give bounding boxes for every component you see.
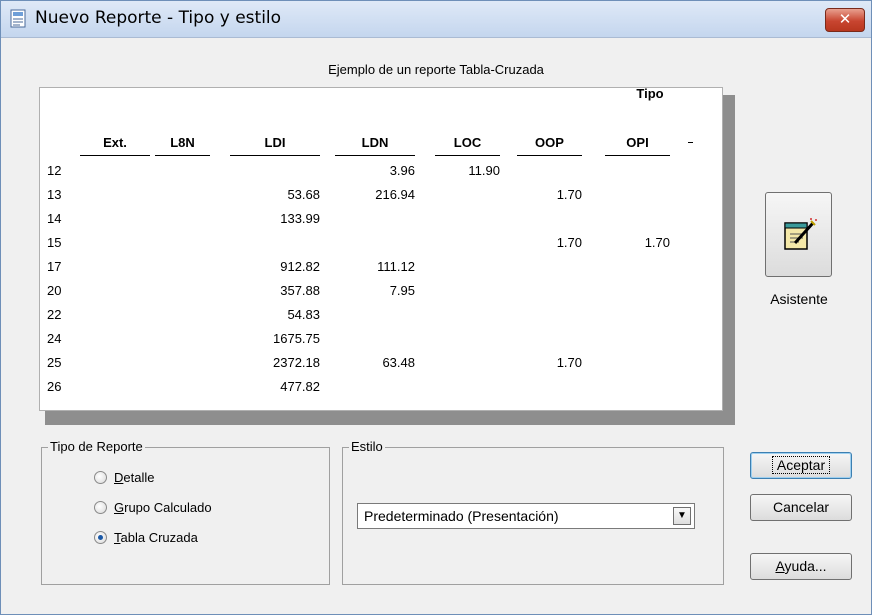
- header-underline: [517, 155, 582, 156]
- cancel-button[interactable]: Cancelar: [750, 494, 852, 521]
- report-type-group: Tipo de Reporte Detalle Grupo Calculado …: [41, 439, 330, 585]
- column-header: L8N: [170, 135, 195, 150]
- table-row: 26 477.82: [40, 378, 720, 398]
- table-cell: 357.88: [280, 283, 320, 298]
- column-header: OPI: [626, 135, 649, 150]
- style-select[interactable]: Predeterminado (Presentación) ▼: [357, 503, 695, 529]
- table-cell: 1.70: [556, 235, 582, 250]
- table-cell: 133.99: [280, 211, 320, 226]
- header-underline: [435, 155, 500, 156]
- radio-circle[interactable]: [94, 501, 107, 514]
- table-cell: 477.82: [280, 379, 320, 394]
- column-header: LOC: [453, 135, 482, 150]
- row-label: 14: [47, 211, 62, 226]
- table-row: 14 133.99: [40, 210, 720, 230]
- table-cell: 53.68: [287, 187, 320, 202]
- wizard-button[interactable]: [765, 192, 832, 277]
- header-underline: [335, 155, 415, 156]
- table-cell: 7.95: [389, 283, 415, 298]
- column-header: LDI: [264, 135, 286, 150]
- radio-label: Grupo Calculado: [114, 500, 212, 515]
- stray-dash-mark: [688, 142, 693, 143]
- window-title: Nuevo Reporte - Tipo y estilo: [35, 8, 282, 28]
- header-underline: [155, 155, 210, 156]
- table-cell: 54.83: [287, 307, 320, 322]
- table-cell: 1675.75: [273, 331, 320, 346]
- radio-circle[interactable]: [94, 471, 107, 484]
- header-underline: [80, 155, 150, 156]
- table-row: 13 53.68 216.94 1.70: [40, 186, 720, 206]
- column-header: Ext.: [103, 135, 127, 150]
- close-button[interactable]: ✕: [825, 8, 865, 32]
- row-label: 20: [47, 283, 62, 298]
- row-label: 26: [47, 379, 62, 394]
- column-header: LDN: [361, 135, 389, 150]
- row-label: 22: [47, 307, 62, 322]
- row-label: 25: [47, 355, 62, 370]
- table-cell: 912.82: [280, 259, 320, 274]
- table-cell: 3.96: [389, 163, 415, 178]
- table-cell: 2372.18: [273, 355, 320, 370]
- row-label: 17: [47, 259, 62, 274]
- title-bar[interactable]: Nuevo Reporte - Tipo y estilo ✕: [1, 1, 871, 38]
- accept-button[interactable]: Aceptar: [750, 452, 852, 479]
- chevron-down-icon[interactable]: ▼: [673, 507, 691, 525]
- header-underline: [230, 155, 320, 156]
- dialog-window: Nuevo Reporte - Tipo y estilo ✕ Ejemplo …: [0, 0, 872, 615]
- table-cell: 111.12: [377, 259, 415, 274]
- close-icon: ✕: [838, 10, 852, 28]
- wizard-icon: [784, 218, 817, 250]
- table-row: 17 912.82 111.12: [40, 258, 720, 278]
- table-row: 20 357.88 7.95: [40, 282, 720, 302]
- row-label: 24: [47, 331, 62, 346]
- style-legend: Estilo: [349, 439, 385, 454]
- table-cell: 216.94: [375, 187, 415, 202]
- header-underline: [605, 155, 670, 156]
- report-preview: Tipo Ext. L8N LDI LDN LOC OOP OPI 12 3.96…: [39, 87, 723, 411]
- report-type-legend: Tipo de Reporte: [48, 439, 145, 454]
- table-row: 12 3.96 11.90: [40, 162, 720, 182]
- style-select-value: Predeterminado (Presentación): [364, 508, 559, 524]
- table-cell: 11.90: [468, 163, 500, 178]
- radio-label: Detalle: [114, 470, 155, 485]
- column-header: OOP: [535, 135, 564, 150]
- table-cell: 1.70: [556, 355, 582, 370]
- radio-detalle[interactable]: Detalle: [94, 470, 154, 485]
- table-cell: 63.48: [382, 355, 415, 370]
- table-cell: 1.70: [644, 235, 670, 250]
- table-row: 25 2372.18 63.48 1.70: [40, 354, 720, 374]
- radio-tabla-cruzada[interactable]: Tabla Cruzada: [94, 530, 198, 545]
- row-label: 13: [47, 187, 62, 202]
- table-row: 15 1.70 1.70: [40, 234, 720, 254]
- help-button[interactable]: Ayuda...: [750, 553, 852, 580]
- row-label: 12: [47, 163, 62, 178]
- table-cell: 1.70: [556, 187, 582, 202]
- preview-top-label: Tipo: [636, 88, 664, 101]
- table-row: 24 1675.75: [40, 330, 720, 350]
- radio-grupo-calculado[interactable]: Grupo Calculado: [94, 500, 212, 515]
- radio-label: Tabla Cruzada: [114, 530, 198, 545]
- preview-caption: Ejemplo de un reporte Tabla-Cruzada: [328, 62, 544, 77]
- radio-circle-selected[interactable]: [94, 531, 107, 544]
- wizard-label: Asistente: [770, 291, 828, 307]
- table-row: 22 54.83: [40, 306, 720, 326]
- row-label: 15: [47, 235, 62, 250]
- report-app-icon: [10, 9, 26, 28]
